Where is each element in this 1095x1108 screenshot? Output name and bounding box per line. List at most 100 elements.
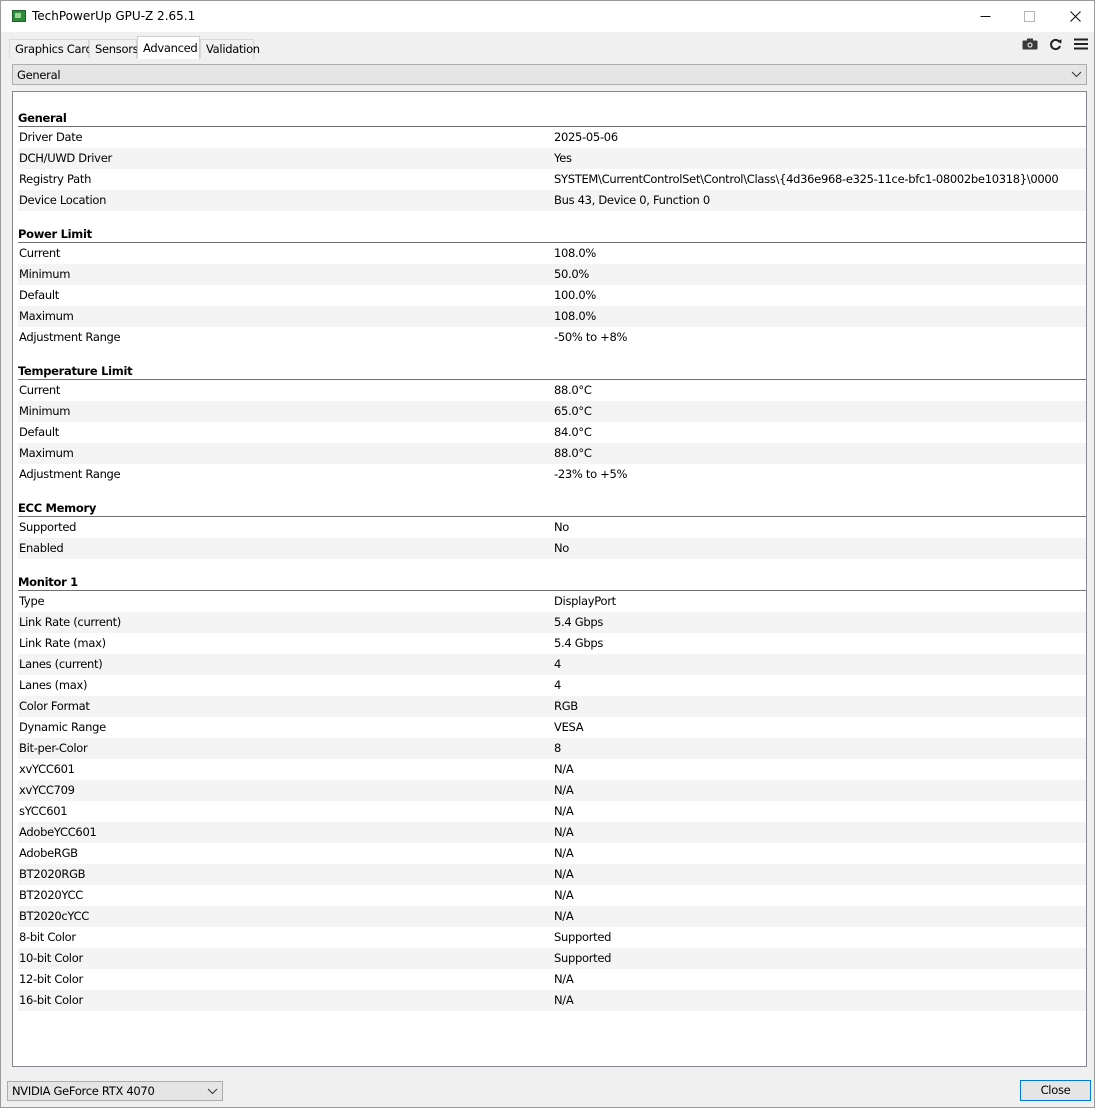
- row-value: N/A: [554, 804, 574, 818]
- close-window-button[interactable]: [1052, 1, 1095, 32]
- chevron-down-icon: [207, 1088, 218, 1095]
- section-title: ECC Memory: [18, 496, 1086, 517]
- row-key: Enabled: [19, 541, 64, 555]
- row-key: Current: [19, 383, 61, 397]
- title-bar[interactable]: TechPowerUp GPU-Z 2.65.1: [1, 1, 1094, 32]
- tab-advanced[interactable]: Advanced: [137, 36, 200, 59]
- close-button[interactable]: Close: [1020, 1080, 1091, 1101]
- row-value: N/A: [554, 783, 574, 797]
- row-value: N/A: [554, 867, 574, 881]
- row-key: Lanes (current): [19, 657, 103, 671]
- table-row: Registry Path SYSTEM\CurrentControlSet\Co…: [18, 169, 1086, 190]
- gpu-selector-dropdown[interactable]: NVIDIA GeForce RTX 4070: [7, 1081, 223, 1101]
- row-value: N/A: [554, 972, 574, 986]
- table-row: xvYCC601 N/A: [18, 759, 1086, 780]
- table-row: BT2020RGB N/A: [18, 864, 1086, 885]
- section-power-limit: Power Limit Current 108.0% Minimum 50.0% D…: [18, 222, 1086, 348]
- row-key: Type: [19, 594, 45, 608]
- table-row: Minimum 50.0%: [18, 264, 1086, 285]
- row-value: 5.4 Gbps: [554, 615, 604, 629]
- maximize-button[interactable]: [1006, 1, 1052, 32]
- row-value: SYSTEM\CurrentControlSet\Control\Class\{…: [554, 172, 1059, 186]
- row-value: No: [554, 520, 570, 534]
- table-row: Minimum 65.0°C: [18, 401, 1086, 422]
- row-key: Link Rate (current): [19, 615, 121, 629]
- hamburger-menu-icon: [1074, 38, 1088, 50]
- section-general: General Driver Date 2025-05-06 DCH/UWD Dr…: [18, 106, 1086, 211]
- section-ecc-memory: ECC Memory Supported No Enabled No: [18, 496, 1086, 559]
- advanced-info-panel[interactable]: General Driver Date 2025-05-06 DCH/UWD Dr…: [12, 91, 1087, 1067]
- section-title: General: [18, 106, 1086, 127]
- row-key: AdobeRGB: [19, 846, 78, 860]
- row-value: Yes: [554, 151, 572, 165]
- screenshot-button[interactable]: [1021, 37, 1039, 51]
- row-key: BT2020YCC: [19, 888, 83, 902]
- table-row: sYCC601 N/A: [18, 801, 1086, 822]
- row-value: N/A: [554, 888, 574, 902]
- table-row: Current 88.0°C: [18, 380, 1086, 401]
- row-key: DCH/UWD Driver: [19, 151, 112, 165]
- row-key: 12-bit Color: [19, 972, 83, 986]
- row-key: Maximum: [19, 309, 74, 323]
- table-row: 8-bit Color Supported: [18, 927, 1086, 948]
- row-key: Maximum: [19, 446, 74, 460]
- row-value: 108.0%: [554, 309, 597, 323]
- row-key: 16-bit Color: [19, 993, 83, 1007]
- minimize-button[interactable]: [962, 1, 1008, 32]
- row-value: 5.4 Gbps: [554, 636, 604, 650]
- camera-icon: [1022, 38, 1038, 50]
- row-key: Default: [19, 425, 59, 439]
- table-row: xvYCC709 N/A: [18, 780, 1086, 801]
- section-title: Monitor 1: [18, 570, 1086, 591]
- table-row: 12-bit Color N/A: [18, 969, 1086, 990]
- table-row: Bit-per-Color 8: [18, 738, 1086, 759]
- table-row: BT2020YCC N/A: [18, 885, 1086, 906]
- row-value: DisplayPort: [554, 594, 616, 608]
- table-row: Link Rate (max) 5.4 Gbps: [18, 633, 1086, 654]
- menu-button[interactable]: [1072, 37, 1090, 51]
- tab-sensors[interactable]: Sensors: [89, 39, 139, 58]
- row-key: AdobeYCC601: [19, 825, 97, 839]
- table-row: Type DisplayPort: [18, 591, 1086, 612]
- table-row: 16-bit Color N/A: [18, 990, 1086, 1011]
- tab-validation[interactable]: Validation: [200, 39, 260, 58]
- row-value: 2025-05-06: [554, 130, 618, 144]
- row-key: Supported: [19, 520, 77, 534]
- row-value: N/A: [554, 909, 574, 923]
- table-row: Dynamic Range VESA: [18, 717, 1086, 738]
- table-row: Driver Date 2025-05-06: [18, 127, 1086, 148]
- table-row: AdobeYCC601 N/A: [18, 822, 1086, 843]
- category-dropdown[interactable]: General: [12, 64, 1087, 85]
- row-key: Device Location: [19, 193, 107, 207]
- row-value: RGB: [554, 699, 578, 713]
- row-key: BT2020RGB: [19, 867, 86, 881]
- window-title: TechPowerUp GPU-Z 2.65.1: [32, 9, 196, 23]
- row-key: Adjustment Range: [19, 330, 121, 344]
- table-row: DCH/UWD Driver Yes: [18, 148, 1086, 169]
- category-dropdown-value: General: [17, 68, 61, 82]
- row-value: 4: [554, 678, 562, 692]
- row-value: N/A: [554, 993, 574, 1007]
- table-row: Maximum 108.0%: [18, 306, 1086, 327]
- table-row: AdobeRGB N/A: [18, 843, 1086, 864]
- row-value: N/A: [554, 762, 574, 776]
- section-monitor-1: Monitor 1 Type DisplayPort Link Rate (cur…: [18, 570, 1086, 1011]
- row-value: 50.0%: [554, 267, 590, 281]
- row-value: -50% to +8%: [554, 330, 628, 344]
- tab-graphics-card[interactable]: Graphics Card: [9, 39, 93, 58]
- refresh-icon: [1049, 38, 1062, 50]
- row-key: 10-bit Color: [19, 951, 83, 965]
- table-row: Adjustment Range -23% to +5%: [18, 464, 1086, 485]
- row-value: 88.0°C: [554, 446, 592, 460]
- row-value: Bus 43, Device 0, Function 0: [554, 193, 710, 207]
- row-key: BT2020cYCC: [19, 909, 89, 923]
- row-key: Registry Path: [19, 172, 92, 186]
- row-key: Lanes (max): [19, 678, 88, 692]
- row-value: N/A: [554, 846, 574, 860]
- table-row: Device Location Bus 43, Device 0, Functio…: [18, 190, 1086, 211]
- refresh-button[interactable]: [1046, 37, 1064, 51]
- table-row: 10-bit Color Supported: [18, 948, 1086, 969]
- table-row: Link Rate (current) 5.4 Gbps: [18, 612, 1086, 633]
- row-key: Adjustment Range: [19, 467, 121, 481]
- table-row: Enabled No: [18, 538, 1086, 559]
